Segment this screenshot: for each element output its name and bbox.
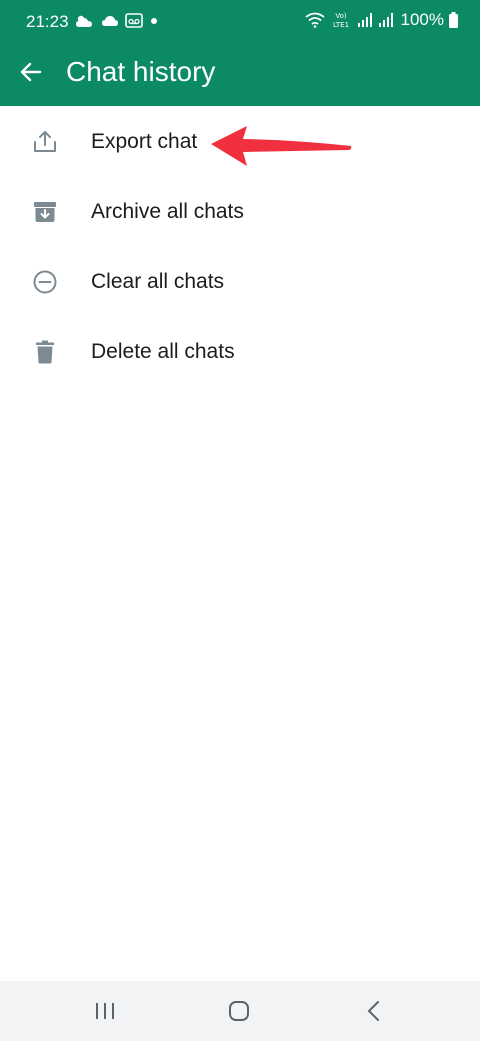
minus-circle-icon xyxy=(32,269,58,295)
trash-icon xyxy=(32,339,58,365)
status-time: 21:23 xyxy=(26,12,69,31)
signal-1-icon xyxy=(357,13,372,27)
menu-item-delete-all-chats[interactable]: Delete all chats xyxy=(0,316,480,386)
volte-icon: Vo) LTE1 xyxy=(332,12,348,29)
signal-2-icon xyxy=(378,13,393,27)
cloud-icon xyxy=(102,15,118,26)
recent-apps-button[interactable] xyxy=(85,995,125,1027)
status-notification-icons xyxy=(75,13,159,28)
home-icon xyxy=(229,1001,249,1021)
weather-cloud-icon xyxy=(76,15,92,27)
voicemail-icon xyxy=(125,13,143,28)
recent-apps-icon xyxy=(96,1003,114,1019)
svg-text:Vo): Vo) xyxy=(335,12,347,20)
status-system-icons: Vo) LTE1 100% xyxy=(304,10,458,30)
arrow-left-icon xyxy=(20,62,42,82)
menu-item-archive-all-chats[interactable]: Archive all chats xyxy=(0,176,480,246)
battery-percentage: 100% xyxy=(400,10,444,29)
menu-item-label: Archive all chats xyxy=(91,200,244,223)
back-icon xyxy=(368,1001,379,1021)
menu-item-label: Export chat xyxy=(91,130,198,153)
dot-icon xyxy=(151,17,157,24)
wifi-icon xyxy=(304,12,325,28)
menu-item-label: Delete all chats xyxy=(91,340,235,363)
archive-icon xyxy=(32,199,58,225)
menu-item-label: Clear all chats xyxy=(91,270,225,293)
svg-text:LTE1: LTE1 xyxy=(332,21,348,29)
nav-back-button[interactable] xyxy=(354,995,394,1027)
back-button[interactable] xyxy=(14,55,48,89)
toolbar: Chat history xyxy=(0,44,480,106)
status-bar: 21:23 Vo) LTE1 100% xyxy=(0,0,480,44)
annotation-arrow-icon xyxy=(211,126,352,166)
battery-icon xyxy=(449,12,458,28)
export-icon xyxy=(32,129,58,155)
system-navigation-bar xyxy=(0,981,480,1041)
home-button[interactable] xyxy=(219,995,259,1027)
menu-item-clear-all-chats[interactable]: Clear all chats xyxy=(0,246,480,316)
app-bar: 21:23 Vo) LTE1 100% Chat history xyxy=(0,0,480,106)
page-title: Chat history xyxy=(66,56,216,87)
